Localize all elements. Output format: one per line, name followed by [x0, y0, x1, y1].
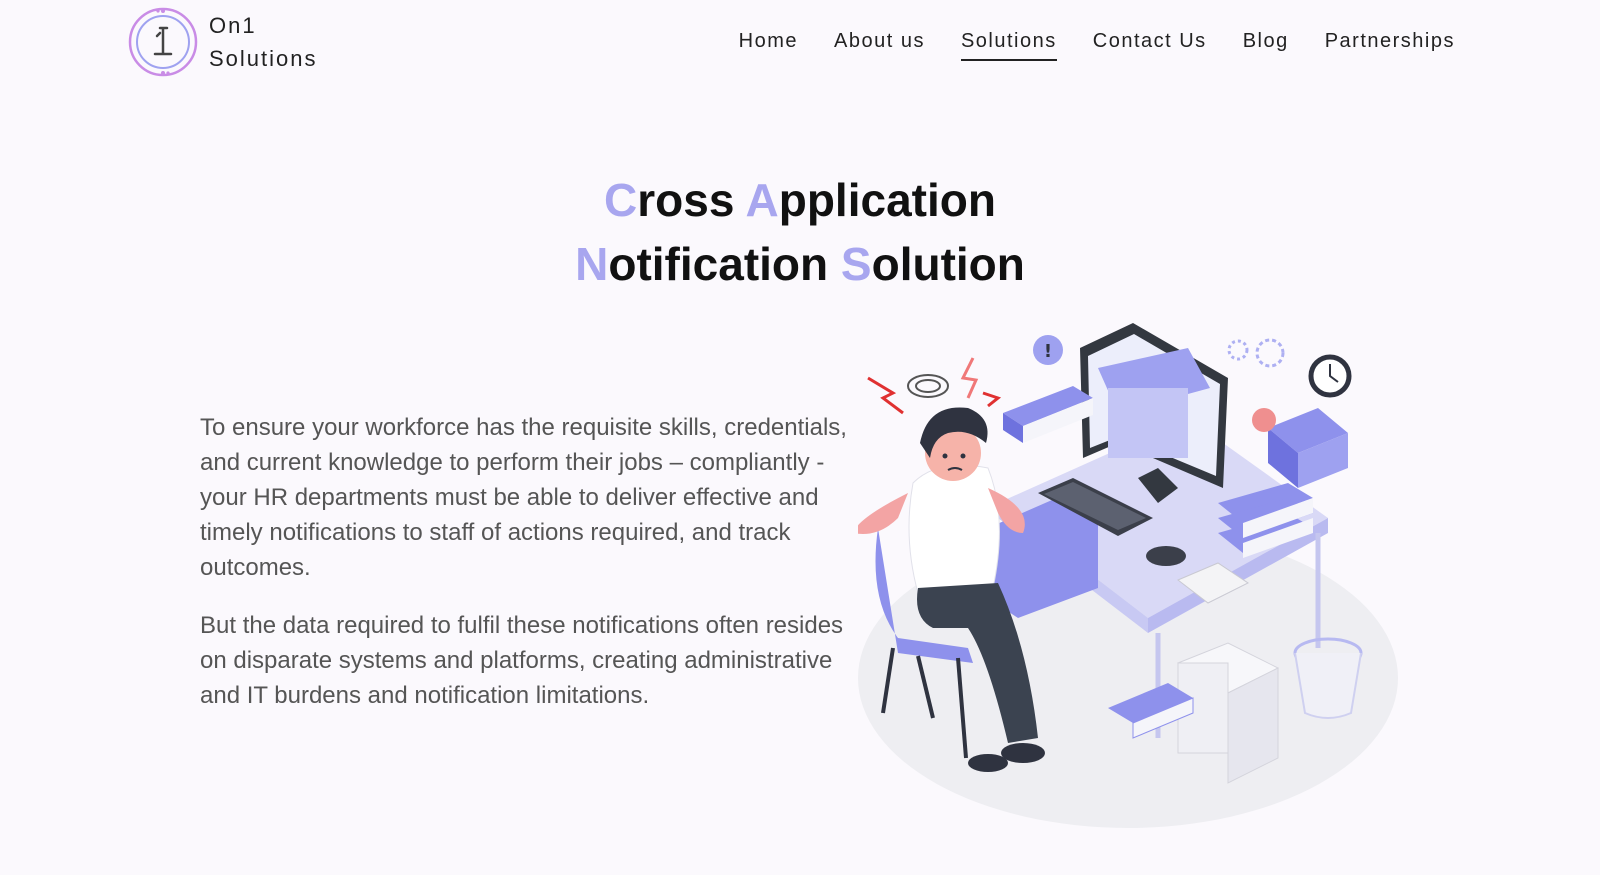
title-initial: S [840, 238, 872, 290]
title-initial: N [575, 238, 609, 290]
title-line-1: Cross Application [0, 168, 1600, 232]
stress-spark [960, 357, 979, 399]
title-initial: A [745, 174, 779, 226]
notification-pin-icon [1252, 408, 1276, 432]
intro-paragraph: But the data required to fulfil these no… [200, 612, 844, 709]
title-word: olution [871, 238, 1025, 290]
nav-partnerships[interactable]: Partnerships [1325, 30, 1455, 61]
nav-blog[interactable]: Blog [1243, 30, 1289, 61]
mouse [1146, 546, 1186, 566]
nav-home[interactable]: Home [739, 30, 798, 61]
main-nav: Home About us Solutions Contact Us Blog … [703, 30, 1455, 61]
title-word: otification [608, 238, 841, 290]
brand-line1: On1 [209, 13, 257, 38]
mail-icon [1268, 408, 1348, 488]
brand-line2: Solutions [209, 46, 318, 71]
stressed-worker-illustration: ! [858, 323, 1398, 828]
nav-about-us[interactable]: About us [834, 30, 925, 61]
gear-icon [1227, 339, 1249, 361]
site-header: On1 Solutions Home About us Solutions Co… [0, 0, 1600, 90]
nav-contact-us[interactable]: Contact Us [1093, 30, 1207, 61]
stress-spark [867, 376, 904, 415]
title-initial: C [604, 174, 638, 226]
stress-spark [982, 391, 1002, 408]
brand-name: On1 Solutions [209, 9, 318, 75]
title-word: pplication [778, 174, 996, 226]
gear-icon [1255, 338, 1285, 368]
page-title: Cross Application Notification Solution [0, 168, 1600, 296]
svg-text:!: ! [1044, 341, 1052, 362]
title-line-2: Notification Solution [0, 232, 1600, 296]
dizzy-scribble [907, 374, 949, 398]
binder-stack-left [1003, 386, 1093, 443]
brand-logo[interactable]: On1 Solutions [127, 6, 318, 78]
nav-solutions[interactable]: Solutions [960, 30, 1057, 61]
intro-paragraph: To ensure your workforce has the requisi… [200, 414, 847, 581]
logo-icon [128, 7, 198, 77]
title-word: ross [637, 174, 746, 226]
intro-text: To ensure your workforce has the requisi… [200, 410, 850, 736]
